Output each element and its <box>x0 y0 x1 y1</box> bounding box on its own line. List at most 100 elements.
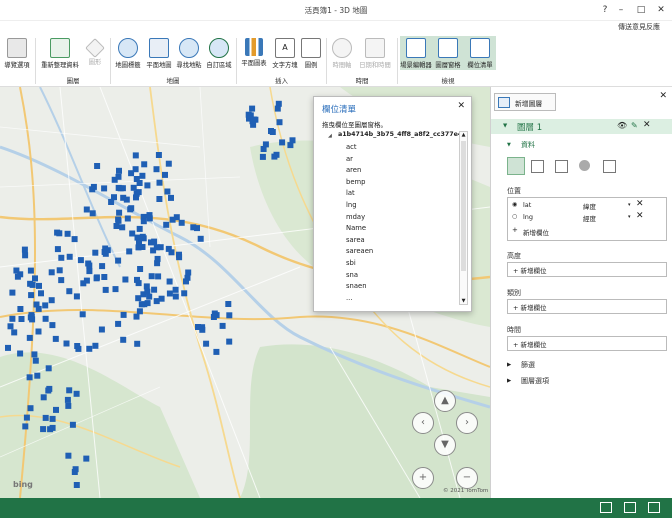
data-point[interactable] <box>71 236 78 243</box>
data-point[interactable] <box>36 282 42 289</box>
data-point[interactable] <box>73 482 80 488</box>
data-point[interactable] <box>92 249 99 256</box>
data-point[interactable] <box>115 320 122 327</box>
text-box-button[interactable]: A 文字方塊 <box>270 38 300 69</box>
data-point[interactable] <box>133 313 140 320</box>
data-point[interactable] <box>72 466 79 473</box>
data-point[interactable] <box>77 257 84 264</box>
data-point[interactable] <box>35 328 42 335</box>
data-point[interactable] <box>168 194 174 201</box>
data-point[interactable] <box>33 301 40 308</box>
data-point[interactable] <box>14 273 21 280</box>
data-point[interactable] <box>58 277 65 284</box>
data-point[interactable] <box>225 301 232 307</box>
data-point[interactable] <box>172 286 179 293</box>
data-point[interactable] <box>139 172 146 179</box>
data-point[interactable] <box>155 273 162 280</box>
data-point[interactable] <box>124 215 131 222</box>
layer-options-heading[interactable]: 圖層選項 <box>521 376 549 386</box>
data-point[interactable] <box>136 308 143 315</box>
data-point[interactable] <box>164 188 171 195</box>
collapse-icon[interactable]: ▼ <box>503 123 507 129</box>
data-point[interactable] <box>40 394 47 401</box>
data-point[interactable] <box>29 316 36 323</box>
data-point[interactable] <box>26 374 33 381</box>
data-point[interactable] <box>138 301 145 308</box>
data-point[interactable] <box>197 235 204 242</box>
data-point[interactable] <box>120 311 127 318</box>
data-point[interactable] <box>148 239 154 246</box>
field-item[interactable]: sareaen <box>346 247 373 255</box>
data-point[interactable] <box>120 194 127 201</box>
data-point[interactable] <box>26 334 33 341</box>
data-point[interactable] <box>116 167 122 174</box>
field-item[interactable]: Name <box>346 224 366 232</box>
data-point[interactable] <box>63 340 70 347</box>
field-item[interactable]: snaen <box>346 282 367 290</box>
data-point[interactable] <box>126 248 133 255</box>
data-point[interactable] <box>153 244 160 251</box>
data-point[interactable] <box>83 455 90 462</box>
data-point[interactable] <box>137 266 144 272</box>
minimize-icon[interactable]: – <box>614 3 628 17</box>
data-point[interactable] <box>122 276 129 283</box>
filter-heading[interactable]: 篩選 <box>521 360 535 370</box>
data-point[interactable] <box>250 121 257 128</box>
remove-field-icon[interactable]: ✕ <box>636 211 644 221</box>
data-point[interactable] <box>45 365 52 372</box>
data-point[interactable] <box>119 224 126 231</box>
data-point[interactable] <box>64 396 71 403</box>
data-point[interactable] <box>86 345 93 352</box>
data-point[interactable] <box>163 221 170 228</box>
data-point[interactable] <box>99 263 106 270</box>
data-point[interactable] <box>129 230 136 237</box>
data-point[interactable] <box>69 421 76 428</box>
zoom-in-button[interactable]: + <box>412 467 434 489</box>
data-point[interactable] <box>268 128 274 134</box>
data-point[interactable] <box>49 415 56 422</box>
data-point[interactable] <box>262 141 269 148</box>
data-point[interactable] <box>210 314 217 320</box>
data-point[interactable] <box>289 137 296 144</box>
data-point[interactable] <box>133 194 139 201</box>
refresh-data-button[interactable]: 重新整理資料 <box>38 38 82 69</box>
data-point[interactable] <box>139 233 146 240</box>
data-point[interactable] <box>140 218 147 225</box>
data-point[interactable] <box>11 329 18 336</box>
data-point[interactable] <box>64 230 71 237</box>
timeline-button[interactable]: 時間軸 <box>329 38 355 69</box>
tour-options-button[interactable]: 導覽選項 <box>2 38 32 69</box>
data-point[interactable] <box>42 315 49 322</box>
data-point[interactable] <box>155 152 162 158</box>
data-point[interactable] <box>219 322 226 329</box>
region-icon[interactable] <box>603 160 616 173</box>
data-point[interactable] <box>172 293 179 300</box>
expand-layer-options-icon[interactable]: ▶ <box>507 378 511 384</box>
data-point[interactable] <box>184 274 191 281</box>
layer-pane-button[interactable]: 圖層窗格 <box>432 38 464 69</box>
data-point[interactable] <box>213 348 220 355</box>
data-point[interactable] <box>49 322 56 329</box>
data-point[interactable] <box>38 290 44 297</box>
data-point[interactable] <box>250 116 257 123</box>
data-point[interactable] <box>154 255 161 262</box>
data-point[interactable] <box>195 324 201 330</box>
data-point[interactable] <box>42 302 49 309</box>
data-point[interactable] <box>66 387 73 394</box>
data-point[interactable] <box>92 342 99 349</box>
field-item[interactable]: bemp <box>346 178 365 186</box>
radio-lng-icon[interactable]: ○ <box>512 213 517 220</box>
data-point[interactable] <box>28 292 35 299</box>
data-point[interactable] <box>102 286 109 293</box>
data-point[interactable] <box>166 278 173 285</box>
add-location-field[interactable]: 新增欄位 <box>523 227 549 237</box>
data-point[interactable] <box>75 345 82 352</box>
data-point[interactable] <box>65 402 72 409</box>
collapse-data-icon[interactable]: ▼ <box>507 142 511 148</box>
data-point[interactable] <box>73 293 80 300</box>
legend-button[interactable]: 圖例 <box>300 38 322 69</box>
data-point[interactable] <box>17 350 24 357</box>
field-item[interactable]: mday <box>346 213 365 221</box>
scrollbar-thumb[interactable] <box>461 141 466 271</box>
data-point[interactable] <box>22 423 29 430</box>
